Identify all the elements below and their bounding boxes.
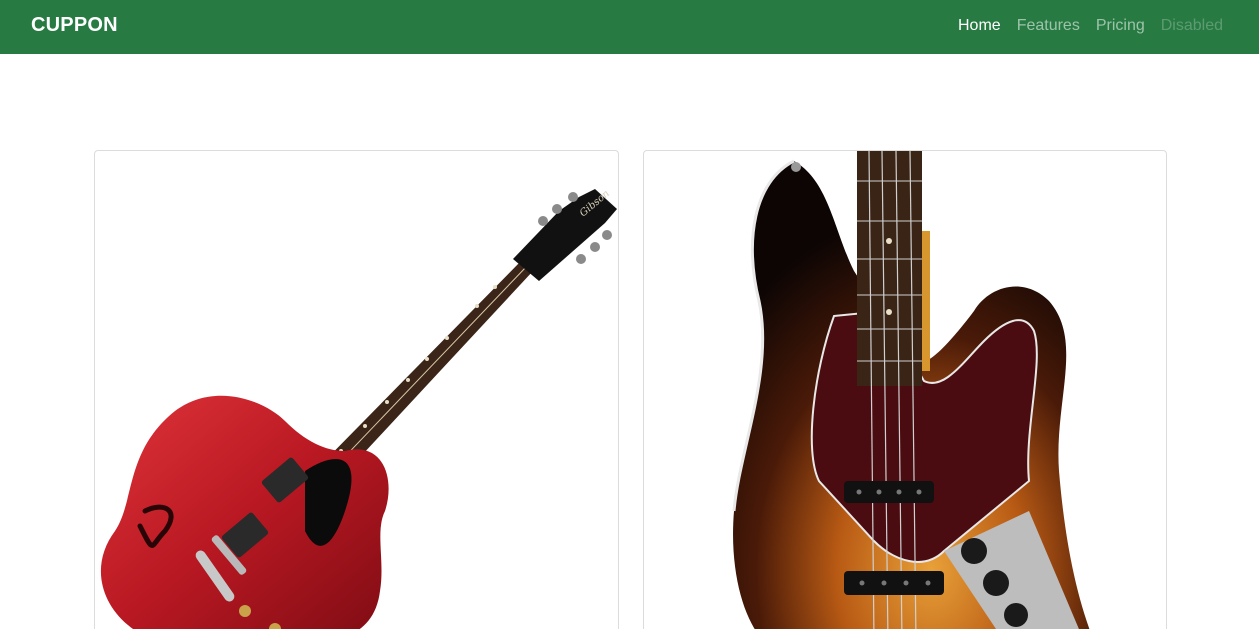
nav-link-disabled: Disabled — [1160, 17, 1223, 34]
product-card-guitar[interactable]: Gibson — [94, 150, 619, 629]
guitar-image: Gibson — [100, 188, 617, 629]
nav-link-home[interactable]: Home — [958, 17, 1001, 35]
nav-link-pricing[interactable]: Pricing — [1096, 17, 1145, 35]
nav-link-features[interactable]: Features — [1017, 17, 1080, 35]
nav-links: Home Features Pricing Disabled — [958, 17, 1223, 35]
bass-image — [732, 151, 1090, 629]
brand-logo-text[interactable]: CUPPON — [31, 14, 118, 37]
product-card-bass[interactable] — [643, 150, 1167, 629]
top-navbar: CUPPON Home Features Pricing Disabled — [0, 0, 1259, 54]
